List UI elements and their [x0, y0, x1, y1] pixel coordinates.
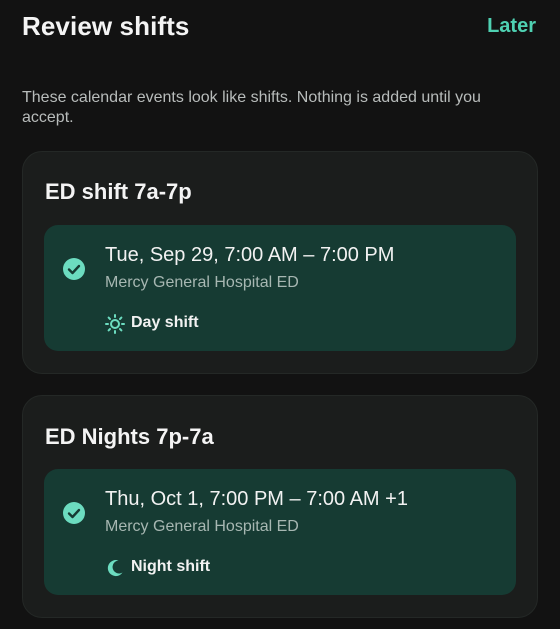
event-time: Thu, Oct 1, 7:00 PM – 7:00 AM +1	[105, 488, 408, 510]
description-text: These calendar events look like shifts. …	[22, 89, 481, 126]
header: Review shifts Later	[22, 8, 536, 44]
event-location: Mercy General Hospital ED	[105, 274, 299, 291]
card-title: ED shift 7a-7p	[45, 179, 192, 204]
shift-card: ED shift 7a-7p Tue, Sep 29, 7:00 AM – 7:…	[22, 151, 538, 374]
event-item[interactable]: Tue, Sep 29, 7:00 AM – 7:00 PM Mercy Gen…	[44, 225, 516, 351]
event-location: Mercy General Hospital ED	[105, 518, 299, 535]
shift-type-label: Day shift	[131, 314, 199, 331]
check-icon[interactable]	[63, 258, 85, 280]
moon-icon	[105, 558, 125, 578]
later-button[interactable]: Later	[487, 15, 536, 38]
check-icon[interactable]	[63, 502, 85, 524]
event-item[interactable]: Thu, Oct 1, 7:00 PM – 7:00 AM +1 Mercy G…	[44, 469, 516, 595]
sun-icon	[105, 314, 125, 334]
card-title: ED Nights 7p-7a	[45, 424, 214, 449]
shift-type-label: Night shift	[131, 558, 211, 575]
event-time: Tue, Sep 29, 7:00 AM – 7:00 PM	[105, 244, 395, 266]
page-title: Review shifts	[22, 10, 190, 41]
shift-card: ED Nights 7p-7a Thu, Oct 1, 7:00 PM – 7:…	[22, 395, 538, 618]
